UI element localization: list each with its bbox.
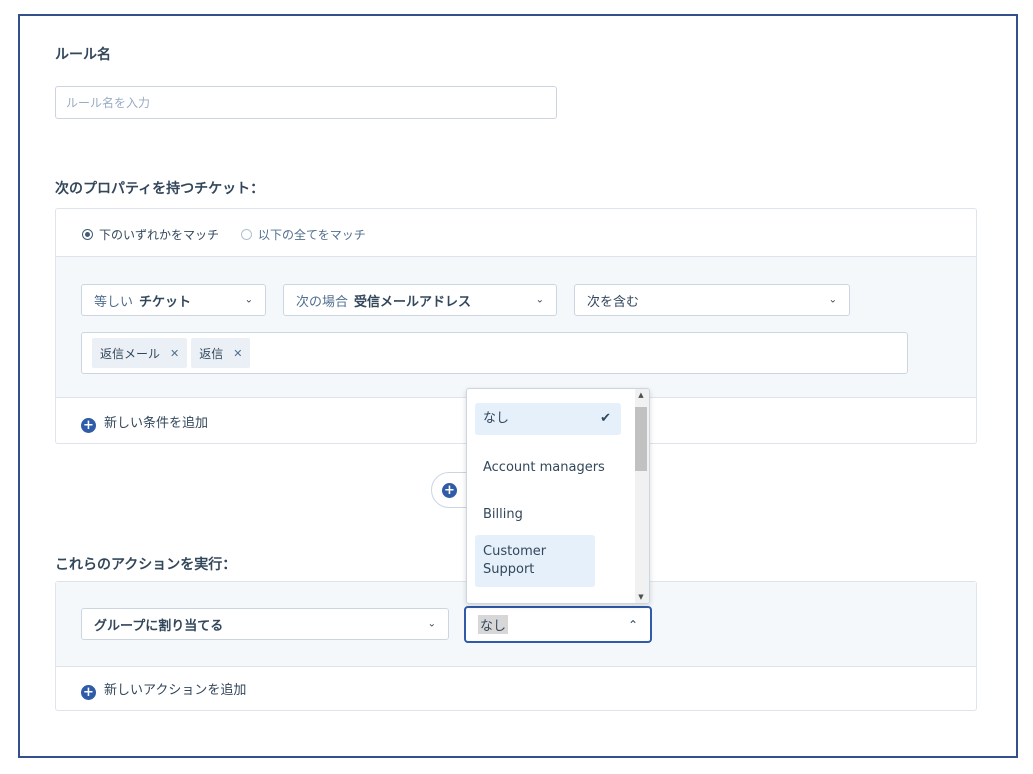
option-label: Account managers — [483, 460, 605, 475]
close-icon[interactable]: ✕ — [170, 347, 179, 360]
plus-circle-icon: + — [81, 418, 96, 433]
tag-reply-mail: 返信メール ✕ — [92, 338, 188, 368]
scroll-down-icon[interactable]: ▼ — [635, 593, 647, 601]
chevron-down-icon: ⌄ — [427, 618, 436, 630]
match-any-label: 下のいずれかをマッチ — [99, 228, 220, 242]
tag-reply: 返信 ✕ — [191, 338, 251, 368]
chevron-down-icon: ⌄ — [828, 294, 837, 306]
condition-row-area — [56, 257, 976, 397]
option-billing[interactable]: Billing — [475, 499, 621, 531]
option-label: Billing — [483, 507, 523, 522]
actions-heading: これらのアクションを実行： — [55, 557, 237, 573]
check-icon: ✔ — [600, 411, 611, 426]
tag-label: 返信メール — [100, 346, 161, 361]
rule-name-input[interactable]: ルール名を入力 — [55, 86, 557, 119]
object-select[interactable]: 等しい チケット ⌄ — [81, 284, 266, 316]
values-tag-input[interactable]: 返信メール ✕ 返信 ✕ — [81, 332, 908, 374]
rule-name-placeholder: ルール名を入力 — [66, 96, 151, 110]
scrollbar-thumb[interactable] — [635, 407, 647, 471]
option-account-managers[interactable]: Account managers — [475, 444, 621, 492]
operator-select-value: 次を含む — [587, 294, 640, 310]
dropdown-scrollbar[interactable]: ▲ ▼ — [635, 389, 649, 603]
rule-editor-frame: ルール名 ルール名を入力 次のプロパティを持つチケット： 下のいずれかをマッチ … — [18, 14, 1018, 758]
divider — [56, 666, 976, 667]
chevron-down-icon: ⌄ — [535, 294, 544, 306]
tag-label: 返信 — [199, 346, 224, 361]
match-options: 下のいずれかをマッチ 以下の全てをマッチ — [82, 226, 366, 243]
add-action-label: 新しいアクションを追加 — [104, 683, 247, 698]
add-condition-label: 新しい条件を追加 — [104, 416, 209, 431]
option-none[interactable]: なし ✔ — [475, 403, 621, 435]
property-select-prefix: 次の場合 — [296, 294, 349, 310]
property-select-value: 受信メールアドレス — [354, 294, 472, 310]
match-any-radio[interactable] — [82, 229, 93, 240]
match-all-radio[interactable] — [241, 229, 253, 240]
chevron-down-icon: ⌄ — [244, 294, 253, 306]
option-label: Customer Support — [483, 544, 547, 577]
option-label: なし — [483, 411, 510, 426]
conditions-heading: 次のプロパティを持つチケット： — [55, 181, 265, 197]
object-select-value: チケット — [139, 294, 192, 310]
operator-select[interactable]: 次を含む ⌄ — [574, 284, 850, 316]
rule-name-label: ルール名 — [55, 47, 111, 63]
add-action-button[interactable]: + 新しいアクションを追加 — [81, 679, 246, 700]
property-select[interactable]: 次の場合 受信メールアドレス ⌄ — [283, 284, 557, 316]
option-customer-support[interactable]: Customer Support — [475, 535, 595, 587]
plus-circle-icon: + — [81, 685, 96, 700]
close-icon[interactable]: ✕ — [233, 347, 242, 360]
plus-circle-icon: + — [442, 482, 457, 498]
group-dropdown-menu: なし ✔ Account managers Billing Customer S… — [466, 388, 650, 604]
group-select-value: なし — [478, 615, 509, 634]
group-select[interactable]: なし ⌃ — [464, 606, 652, 643]
action-type-select[interactable]: グループに割り当てる ⌄ — [81, 608, 449, 640]
chevron-up-icon: ⌃ — [627, 617, 638, 632]
add-condition-button[interactable]: + 新しい条件を追加 — [81, 412, 208, 433]
match-all-label: 以下の全てをマッチ — [258, 228, 366, 242]
scroll-up-icon[interactable]: ▲ — [635, 391, 647, 399]
action-type-value: グループに割り当てる — [94, 618, 224, 634]
object-select-prefix: 等しい — [94, 294, 134, 310]
